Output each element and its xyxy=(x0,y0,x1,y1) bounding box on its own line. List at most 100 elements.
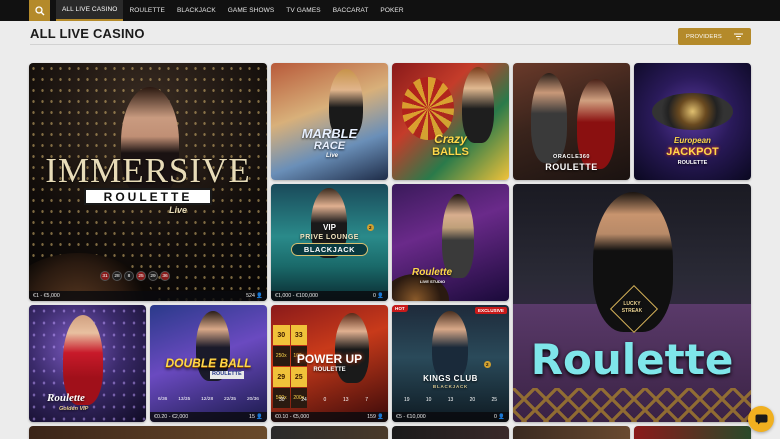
brand-race: RACE xyxy=(313,140,346,152)
brand-prive-lounge: PRIVE LOUNGE xyxy=(300,234,359,241)
dealer-figure-left xyxy=(531,73,567,163)
result-number: 30 xyxy=(279,397,285,403)
search-button[interactable] xyxy=(29,0,50,21)
game-tile-partial[interactable] xyxy=(634,426,751,439)
tile-footer: €0.10 - €5,000 159 👤 xyxy=(271,412,388,422)
category-tabs: ALL LIVE CASINO ROULETTE BLACKJACK GAME … xyxy=(56,0,410,21)
result-pair: 13/35 xyxy=(178,397,191,402)
brand-double-ball: DOUBLE BALL xyxy=(165,356,252,370)
game-tile-roulette-golden-vip[interactable]: Roulette Golden VIP xyxy=(29,305,146,422)
game-tile-oracle-360-roulette[interactable]: ORACLE360 ROULETTE xyxy=(513,63,630,180)
brand-oracle: ORACLE360 xyxy=(553,154,590,160)
chat-bubble-icon xyxy=(755,414,767,424)
brand-european: European xyxy=(674,136,711,145)
result-number: 31 xyxy=(100,271,110,281)
brand-roulette: ROULETTE xyxy=(545,162,598,172)
recent-results: 6/36 13/35 12/28 22/35 20/36 xyxy=(158,397,259,402)
tab-roulette[interactable]: ROULETTE xyxy=(123,0,170,21)
game-tile-marble-race[interactable]: MARBLE RACE Live xyxy=(271,63,388,180)
game-tile-power-up-roulette[interactable]: 30 33 250x 100x 29 25 500x 200x POWER UP… xyxy=(271,305,388,422)
result-number: 19 xyxy=(404,397,410,403)
brand-live: Live xyxy=(326,153,339,159)
game-tile-partial[interactable] xyxy=(513,426,630,439)
tab-game-shows[interactable]: GAME SHOWS xyxy=(222,0,281,21)
side-number: 33 xyxy=(290,325,307,345)
game-tile-european-jackpot-roulette[interactable]: European JACKPOT ROULETTE xyxy=(634,63,751,180)
brand-roulette: ROULETTE xyxy=(677,160,708,166)
title-divider xyxy=(30,44,750,45)
game-tile-partial[interactable] xyxy=(392,426,509,439)
result-pair: 20/36 xyxy=(246,397,259,402)
result-number: 36 xyxy=(160,271,170,281)
brand-roulette: ROULETTE xyxy=(103,189,193,204)
seat-badge: 2 xyxy=(367,224,374,231)
player-count: 15 👤 xyxy=(249,414,263,420)
brand-jackpot: JACKPOT xyxy=(666,146,719,158)
result-number: 0 xyxy=(323,397,327,403)
game-tile-kings-club-blackjack[interactable]: HOT EXCLUSIVE 2 KINGS CLUB BLACKJACK 19 … xyxy=(392,305,509,422)
game-tile-partial[interactable] xyxy=(271,426,388,439)
brand-golden-vip: Golden VIP xyxy=(59,406,89,412)
result-pair: 22/35 xyxy=(224,397,237,402)
bet-limits: €0.20 - €2,000 xyxy=(154,414,189,420)
brand-live-studio: LIVE STUDIO xyxy=(420,279,446,284)
brand-blackjack: BLACKJACK xyxy=(303,245,356,254)
game-tile-vip-prive-lounge-blackjack[interactable]: VIP PRIVE LOUNGE BLACKJACK 2 €1,000 - €1… xyxy=(271,184,388,301)
game-tile-double-ball-roulette[interactable]: DOUBLE BALL ROULETTE 6/36 13/35 12/28 22… xyxy=(150,305,267,422)
result-number: 13 xyxy=(342,397,349,403)
brand-roulette-plate: ROULETTE xyxy=(84,188,212,205)
deco-pattern xyxy=(513,388,751,422)
tab-blackjack[interactable]: BLACKJACK xyxy=(171,0,222,21)
game-tile-immersive-roulette[interactable]: IMMERSIVE ROULETTE Live 31 28 8 25 29 36… xyxy=(29,63,267,301)
page-title: ALL LIVE CASINO xyxy=(30,26,145,41)
search-icon xyxy=(34,5,44,15)
brand-roulette: ROULETTE xyxy=(313,367,346,373)
dealer-figure xyxy=(432,311,468,381)
game-tile-roulette-live-studio[interactable]: Roulette LIVE STUDIO xyxy=(392,184,509,301)
player-count: 0 👤 xyxy=(372,293,384,299)
wheel-disc xyxy=(402,77,454,140)
live-chat-button[interactable] xyxy=(748,406,774,432)
game-tile-lucky-streak-roulette[interactable]: LUCKY STREAK Roulette xyxy=(513,184,751,422)
brand-power-up: POWER UP xyxy=(296,352,363,366)
result-number: 24 xyxy=(301,397,307,403)
result-number: 7 xyxy=(365,397,368,403)
result-number: 28 xyxy=(112,271,122,281)
tab-baccarat[interactable]: BACCARAT xyxy=(327,0,375,21)
tab-tv-games[interactable]: TV GAMES xyxy=(280,0,326,21)
recent-results: 30 24 0 13 7 xyxy=(279,397,368,403)
top-navigation-bar: ALL LIVE CASINO ROULETTE BLACKJACK GAME … xyxy=(0,0,780,21)
providers-filter-button[interactable]: PROVIDERS xyxy=(678,28,751,45)
result-number: 8 xyxy=(124,271,134,281)
player-count: 159 👤 xyxy=(367,414,384,420)
bet-limits: €0.10 - €5,000 xyxy=(275,414,310,420)
tab-all-live-casino[interactable]: ALL LIVE CASINO xyxy=(56,0,124,21)
result-number: 29 xyxy=(148,271,158,281)
seat-badge: 2 xyxy=(484,361,491,368)
filter-icon xyxy=(734,33,743,40)
brand-roulette: Roulette xyxy=(47,392,85,404)
player-count: 0 👤 xyxy=(493,414,505,420)
result-number: 10 xyxy=(425,397,432,403)
result-pair: 12/28 xyxy=(201,397,214,402)
tile-footer: €1,000 - €100,000 0 👤 xyxy=(271,291,388,301)
dealer-figure xyxy=(442,194,474,278)
badge-lucky: LUCKY xyxy=(623,301,641,307)
tab-poker[interactable]: POKER xyxy=(374,0,409,21)
game-tile-partial[interactable] xyxy=(29,426,267,439)
tile-footer: €5 - €10,000 0 👤 xyxy=(392,412,509,422)
recent-results: 19 10 13 20 25 xyxy=(404,397,497,403)
brand-live: Live xyxy=(169,205,188,215)
bet-limits: €5 - €10,000 xyxy=(396,414,426,420)
bet-limits: €1 - €5,000 xyxy=(33,293,60,299)
game-tile-crazy-balls[interactable]: Crazy BALLS xyxy=(392,63,509,180)
roulette-wheel xyxy=(652,93,733,130)
tile-footer: €0.20 - €2,000 15 👤 xyxy=(150,412,267,422)
exclusive-badge: EXCLUSIVE xyxy=(474,307,507,314)
result-number: 25 xyxy=(136,271,146,281)
brand-marble: MARBLE xyxy=(301,126,358,141)
tile-footer: €1 - €5,000 524 👤 xyxy=(29,291,267,301)
brand-crazy: Crazy xyxy=(434,132,467,146)
brand-immersive: IMMERSIVE xyxy=(45,151,251,190)
result-number: 25 xyxy=(491,397,497,403)
